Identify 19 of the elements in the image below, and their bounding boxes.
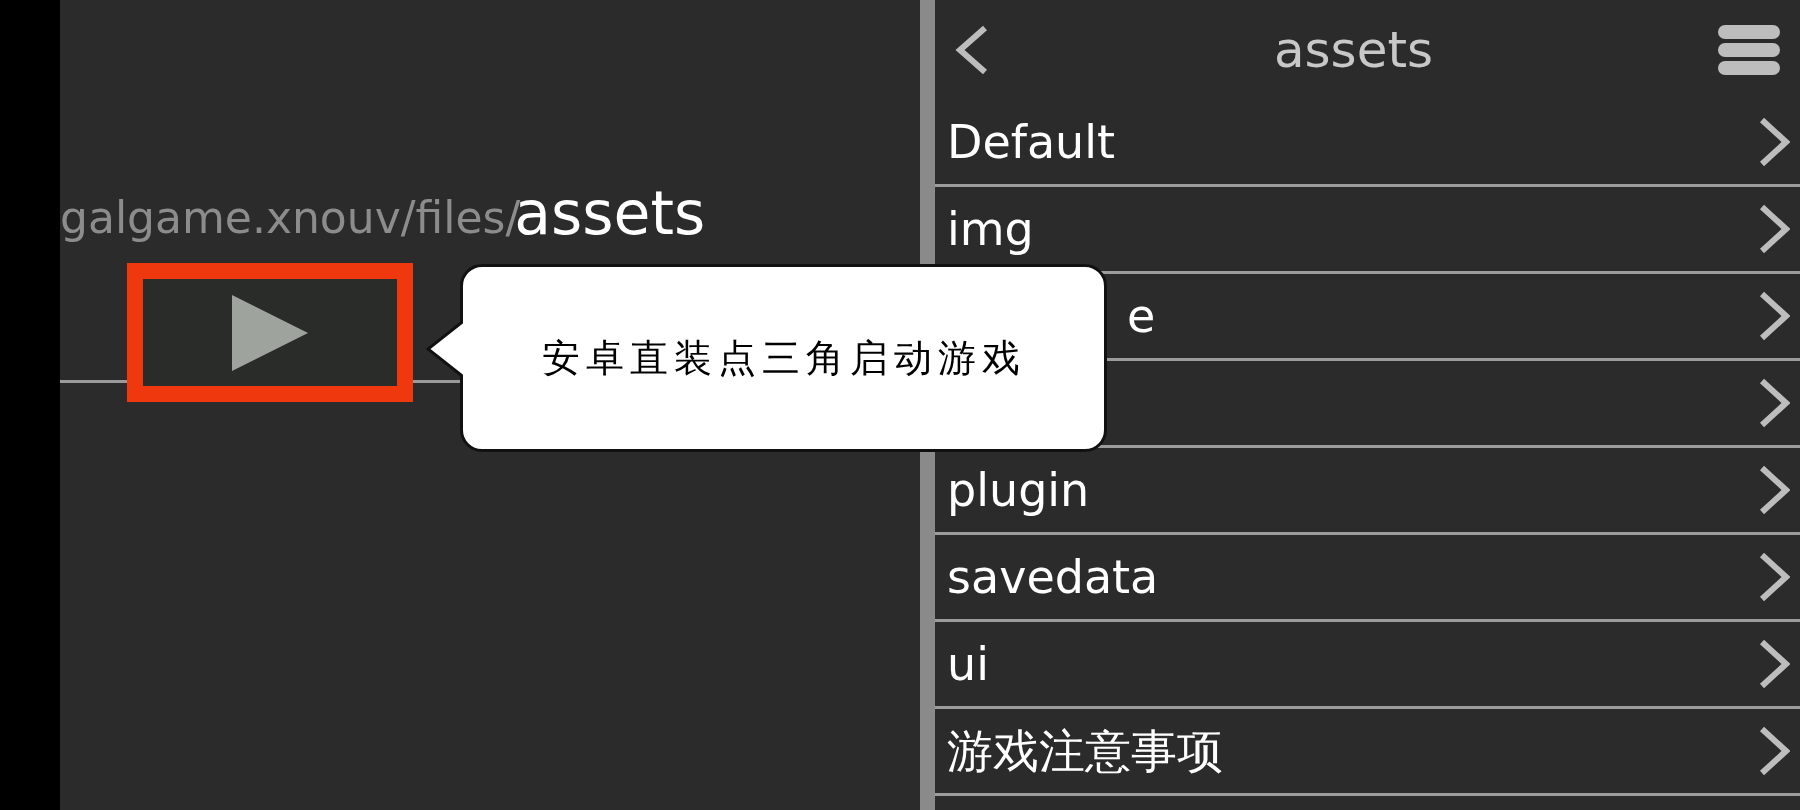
menu-button[interactable] [1718,24,1780,76]
play-icon [230,292,310,373]
chevron-icon [1758,726,1790,776]
folder-item[interactable]: ui [935,622,1800,709]
folder-title: assets [1273,19,1434,81]
play-button[interactable] [127,263,413,402]
back-icon [955,25,989,75]
chevron-icon [1758,552,1790,602]
chevron-icon [1758,204,1790,254]
back-button[interactable] [955,25,989,75]
chevron-icon [1758,117,1790,167]
chevron-icon [1758,378,1790,428]
chevron-icon [1758,639,1790,689]
folder-item[interactable]: savedata [935,535,1800,622]
chevron-icon [1758,291,1790,341]
folder-item[interactable]: 游戏注意事项 [935,709,1800,796]
menu-icon [1718,24,1780,76]
chevron-icon [1758,465,1790,515]
folder-item[interactable]: Default [935,100,1800,187]
